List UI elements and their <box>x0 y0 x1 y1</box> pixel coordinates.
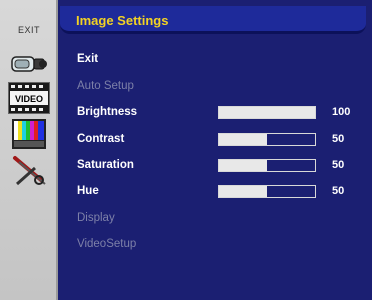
saturation-fill <box>219 160 267 171</box>
video-icon[interactable]: VIDEO <box>8 82 50 114</box>
menu-item-brightness[interactable]: Brightness <box>77 106 137 118</box>
hue-slider[interactable] <box>218 185 316 198</box>
settings-panel: Exit Auto Setup Brightness 100 Contrast … <box>60 38 372 300</box>
page-title: Image Settings <box>76 13 169 28</box>
menu-item-contrast[interactable]: Contrast <box>77 133 124 145</box>
saturation-slider[interactable] <box>218 159 316 172</box>
saturation-value: 50 <box>332 159 345 171</box>
osd-screen: EXIT VIDEO Image Settings Exit Auto Setu… <box>0 0 372 300</box>
tools-icon[interactable] <box>8 155 50 187</box>
title-bar: Image Settings <box>60 6 366 34</box>
brightness-value: 100 <box>332 106 351 118</box>
menu-item-exit[interactable]: Exit <box>77 53 98 65</box>
sidebar: EXIT VIDEO <box>0 0 58 300</box>
hue-fill <box>219 186 267 197</box>
contrast-slider[interactable] <box>218 133 316 146</box>
sidebar-exit-label[interactable]: EXIT <box>0 25 58 35</box>
contrast-value: 50 <box>332 133 345 145</box>
menu-item-video-setup[interactable]: VideoSetup <box>77 238 136 250</box>
brightness-slider[interactable] <box>218 106 316 119</box>
menu-item-auto-setup[interactable]: Auto Setup <box>77 80 134 92</box>
color-bars-icon[interactable] <box>8 118 50 150</box>
video-badge-text: VIDEO <box>15 94 43 104</box>
contrast-fill <box>219 134 267 145</box>
brightness-fill <box>219 107 315 118</box>
menu-item-display[interactable]: Display <box>77 212 115 224</box>
hue-value: 50 <box>332 185 345 197</box>
menu-item-saturation[interactable]: Saturation <box>77 159 134 171</box>
camera-icon[interactable] <box>8 48 50 80</box>
menu-item-hue[interactable]: Hue <box>77 185 99 197</box>
